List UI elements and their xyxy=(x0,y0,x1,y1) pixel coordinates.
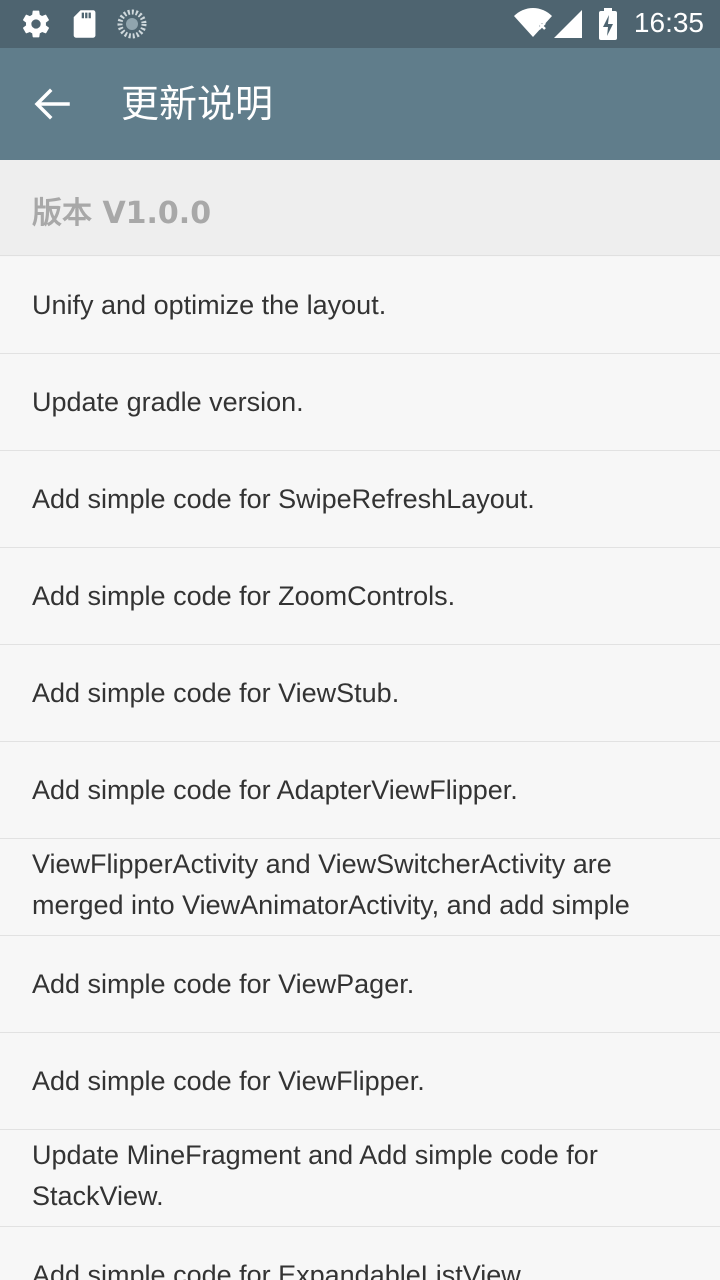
list-item-text: Update gradle version. xyxy=(32,386,304,417)
list-item-text: ViewFlipperActivity and ViewSwitcherActi… xyxy=(32,849,630,920)
list-item-text: Add simple code for ZoomControls. xyxy=(32,580,456,611)
list-item[interactable]: ViewFlipperActivity and ViewSwitcherActi… xyxy=(0,839,720,936)
arrow-left-icon xyxy=(34,88,70,120)
version-label: 版本 V1.0.0 xyxy=(32,196,212,231)
page-title: 更新说明 xyxy=(121,82,274,126)
list-item-text: Add simple code for ViewStub. xyxy=(32,677,400,708)
list-item[interactable]: Add simple code for ZoomControls. xyxy=(0,548,720,645)
app-bar: 更新说明 xyxy=(0,48,720,160)
list-item-text: Add simple code for ViewFlipper. xyxy=(32,1065,425,1096)
list-item[interactable]: Add simple code for SwipeRefreshLayout. xyxy=(0,451,720,548)
battery-charging-icon xyxy=(598,8,618,44)
list-item-text: Add simple code for ExpandableListView. xyxy=(32,1259,527,1280)
list-item[interactable]: Unify and optimize the layout. xyxy=(0,257,720,354)
gear-icon xyxy=(20,8,52,44)
sd-card-icon xyxy=(70,8,98,44)
list-item[interactable]: Add simple code for ViewFlipper. xyxy=(0,1033,720,1130)
sync-icon xyxy=(116,8,148,44)
list-item-text: Add simple code for AdapterViewFlipper. xyxy=(32,774,518,805)
list-item-text: Add simple code for SwipeRefreshLayout. xyxy=(32,483,535,514)
list-item-text: Update MineFragment and Add simple code … xyxy=(32,1140,598,1211)
status-bar: 16:35 xyxy=(0,0,720,48)
list-item[interactable]: Update gradle version. xyxy=(0,354,720,451)
signal-icon xyxy=(554,10,584,42)
list-item[interactable]: Add simple code for ViewPager. xyxy=(0,936,720,1033)
changelog-list[interactable]: Unify and optimize the layout. Update gr… xyxy=(0,257,720,1280)
list-item[interactable]: Add simple code for AdapterViewFlipper. xyxy=(0,742,720,839)
version-header: 版本 V1.0.0 xyxy=(0,160,720,256)
list-item[interactable]: Update MineFragment and Add simple code … xyxy=(0,1130,720,1227)
back-button[interactable] xyxy=(24,76,80,132)
status-time: 16:35 xyxy=(633,7,704,38)
wifi-icon xyxy=(514,8,552,42)
list-item[interactable]: Add simple code for ViewStub. xyxy=(0,645,720,742)
list-item-text: Unify and optimize the layout. xyxy=(32,289,387,320)
list-item-text: Add simple code for ViewPager. xyxy=(32,968,415,999)
list-item[interactable]: Add simple code for ExpandableListView. xyxy=(0,1227,720,1280)
